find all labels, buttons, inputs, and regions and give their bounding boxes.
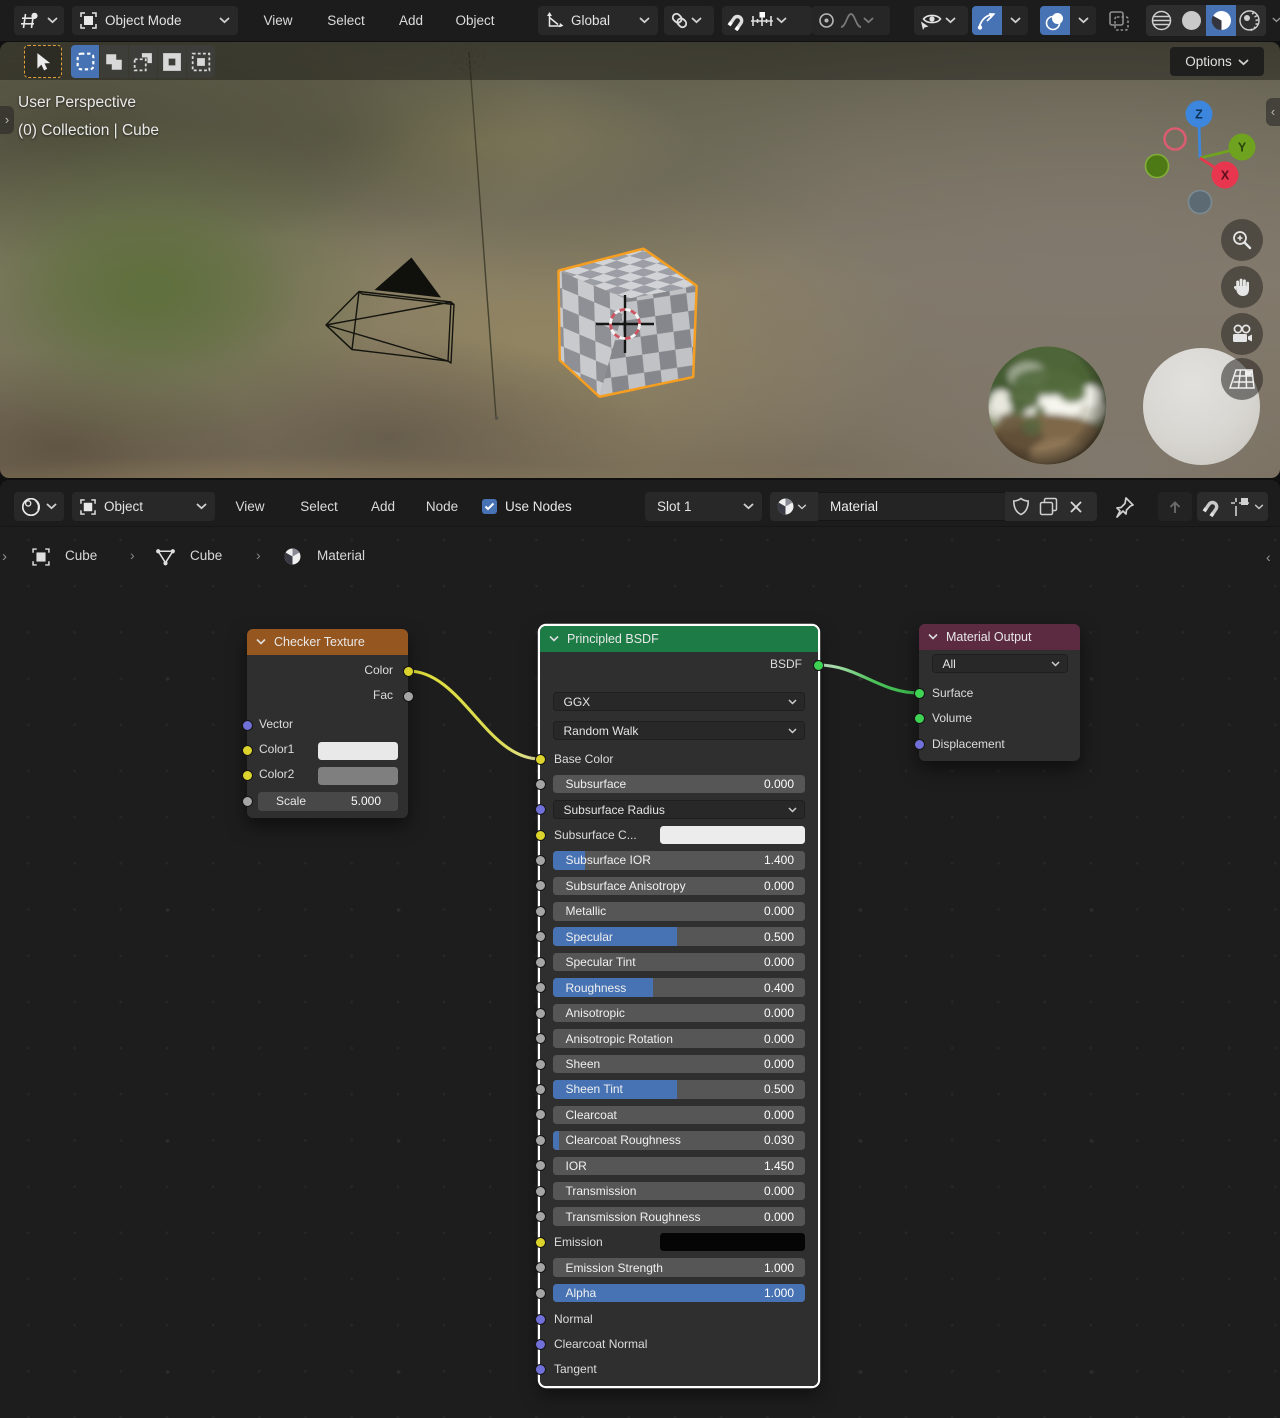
svg-text:Z: Z	[1195, 108, 1203, 122]
svg-text:Y: Y	[1238, 141, 1247, 155]
svg-text:X: X	[1221, 169, 1230, 183]
